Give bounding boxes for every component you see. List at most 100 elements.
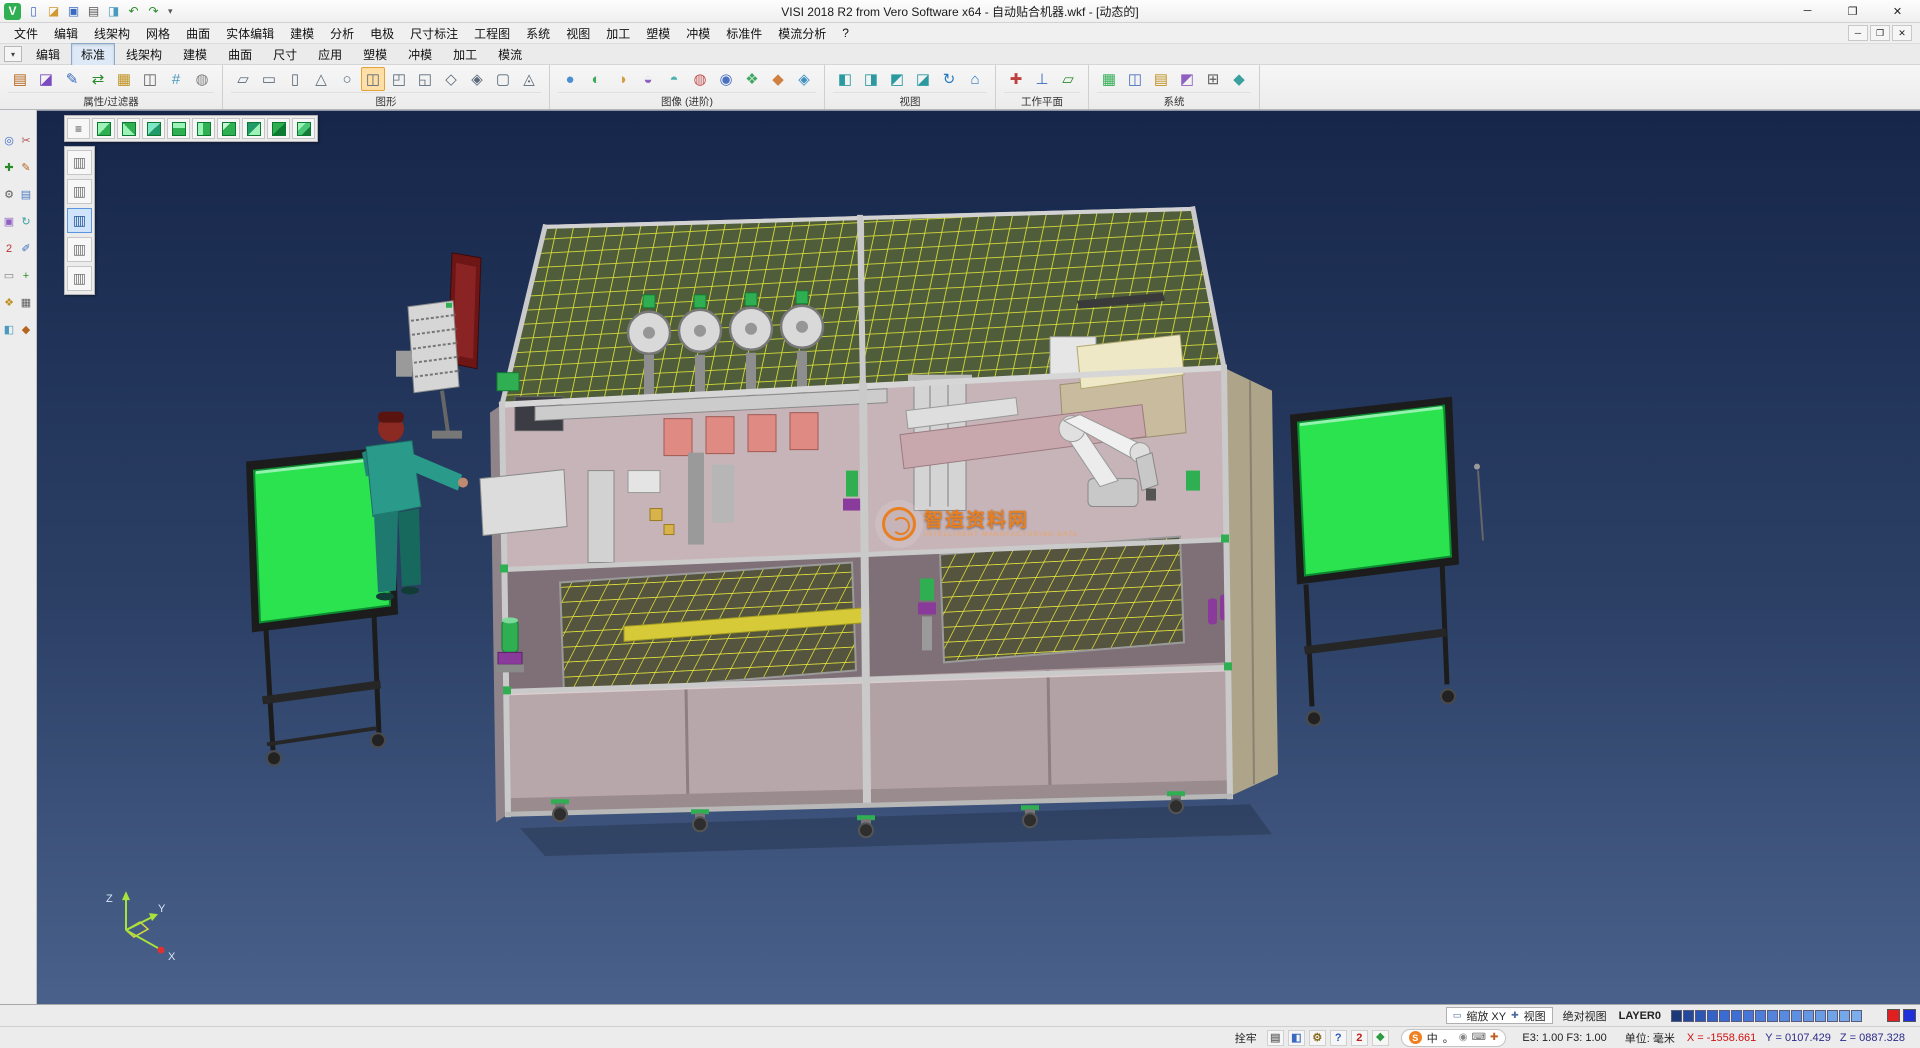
layer-color-segment[interactable] [1779,1010,1790,1022]
ime-tool-icon[interactable]: ⌨ [1472,1032,1486,1043]
status-icon[interactable]: 2 [1351,1030,1368,1046]
ribbon-icon[interactable]: ✎ [60,67,84,91]
ribbon-icon[interactable]: ◩ [885,67,909,91]
ribbon-icon[interactable]: ▦ [112,67,136,91]
menu-item[interactable]: 线架构 [86,23,138,44]
clipboard-button[interactable]: ▥ [67,266,92,291]
layer-color-segment[interactable] [1839,1010,1850,1022]
ribbon-icon[interactable]: ◧ [833,67,857,91]
view-cube-button[interactable] [92,118,115,139]
menu-item[interactable]: 分析 [322,23,362,44]
menu-item[interactable]: 视图 [558,23,598,44]
left-rail-tool-icon[interactable]: ✂ [18,132,34,149]
clipboard-button[interactable]: ▥ [67,237,92,262]
quick-access-icon[interactable]: ▯ [24,2,43,20]
view-cube-button[interactable] [242,118,265,139]
clipboard-button[interactable]: ▥ [67,208,92,233]
ribbon-icon[interactable]: ▱ [231,67,255,91]
layer-color-segment[interactable] [1791,1010,1802,1022]
menu-item[interactable]: 文件 [6,23,46,44]
close-button[interactable]: ✕ [1875,0,1920,23]
ribbon-icon[interactable]: ❖ [740,67,764,91]
ribbon-icon[interactable]: ◱ [413,67,437,91]
toolbar-tab[interactable]: 模流 [488,43,532,66]
toolbar-tab[interactable]: 曲面 [218,43,262,66]
left-rail-tool-icon[interactable]: ▤ [18,186,34,203]
ribbon-icon[interactable]: ⇄ [86,67,110,91]
left-rail-tool-icon[interactable]: ✐ [18,240,34,257]
menu-item[interactable]: 塑模 [638,23,678,44]
toolbar-tab[interactable]: 冲模 [398,43,442,66]
left-rail-tool-icon[interactable]: ✎ [18,159,34,176]
menu-item[interactable]: 曲面 [178,23,218,44]
left-rail-tool-icon[interactable]: ✚ [1,159,17,176]
toolbar-tab[interactable]: 应用 [308,43,352,66]
ribbon-icon[interactable]: ◉ [714,67,738,91]
ribbon-icon[interactable]: ↻ [937,67,961,91]
toolbar-tab[interactable]: 加工 [443,43,487,66]
ribbon-icon[interactable]: ◈ [792,67,816,91]
layer-color-segment[interactable] [1815,1010,1826,1022]
ribbon-icon[interactable]: ◆ [1227,67,1251,91]
ribbon-icon[interactable]: ▭ [257,67,281,91]
ribbon-icon[interactable]: ▤ [1149,67,1173,91]
mdi-restore-button[interactable]: ❐ [1870,25,1890,41]
ribbon-icon[interactable]: ⌂ [963,67,987,91]
zoom-xy-label[interactable]: 缩放 XY [1466,1008,1506,1024]
clipboard-button[interactable]: ▥ [67,150,92,175]
machine-assembly[interactable] [480,209,1278,837]
toolbar-tab[interactable]: 塑模 [353,43,397,66]
menu-item[interactable]: 编辑 [46,23,86,44]
ime-punctuation-toggle[interactable]: 。 [1443,1030,1454,1046]
menu-item[interactable]: 建模 [282,23,322,44]
layer-color-segment[interactable] [1827,1010,1838,1022]
ime-tool-icon[interactable]: ✚ [1490,1032,1498,1043]
ribbon-icon[interactable]: ▢ [491,67,515,91]
menu-item[interactable]: 电极 [362,23,402,44]
quick-access-icon[interactable]: ◪ [44,2,63,20]
left-rail-tool-icon[interactable]: ❖ [1,294,17,311]
menu-item[interactable]: 系统 [518,23,558,44]
active-color-swatch[interactable] [1887,1009,1900,1022]
ribbon-icon[interactable]: ◒ [636,67,660,91]
quick-access-icon[interactable]: ◨ [104,2,123,20]
toolbar-tab[interactable]: 建模 [173,43,217,66]
ribbon-icon[interactable]: ◩ [1175,67,1199,91]
maximize-button[interactable]: ❐ [1830,0,1875,23]
layer-color-segment[interactable] [1695,1010,1706,1022]
ime-language-toggle[interactable]: 中 [1427,1030,1438,1046]
minimize-button[interactable]: ─ [1785,0,1830,23]
layer-color-segment[interactable] [1767,1010,1778,1022]
menu-item[interactable]: 模流分析 [770,23,834,44]
left-rail-tool-icon[interactable]: ◆ [18,321,34,338]
ribbon-icon[interactable]: # [164,67,188,91]
ribbon-icon[interactable]: ⊥ [1030,67,1054,91]
ribbon-icon[interactable]: ● [558,67,582,91]
view-cube-button[interactable] [117,118,140,139]
menu-item[interactable]: ? [834,24,857,42]
ribbon-icon[interactable]: ◪ [34,67,58,91]
ribbon-icon[interactable]: ◇ [439,67,463,91]
ribbon-icon[interactable]: ◫ [361,67,385,91]
layer-color-segment[interactable] [1683,1010,1694,1022]
status-icon[interactable]: ▤ [1267,1030,1284,1046]
layer-color-segment[interactable] [1671,1010,1682,1022]
ribbon-icon[interactable]: ◍ [190,67,214,91]
left-rail-tool-icon[interactable]: ▣ [1,213,17,230]
layer-color-segment[interactable] [1731,1010,1742,1022]
ribbon-icon[interactable]: ◬ [517,67,541,91]
view-cube-button[interactable] [192,118,215,139]
menu-item[interactable]: 标准件 [718,23,770,44]
secondary-color-swatch[interactable] [1903,1009,1916,1022]
ribbon-icon[interactable]: ▱ [1056,67,1080,91]
ribbon-icon[interactable]: ◨ [859,67,883,91]
toolbar-tab[interactable]: 线架构 [116,43,172,66]
ribbon-icon[interactable]: ◰ [387,67,411,91]
ribbon-icon[interactable]: ◍ [688,67,712,91]
menu-item[interactable]: 冲模 [678,23,718,44]
menu-item[interactable]: 尺寸标注 [402,23,466,44]
view-cube-button[interactable] [292,118,315,139]
zoom-xy-icon[interactable]: ▭ [1453,1010,1462,1021]
left-rail-tool-icon[interactable]: ↻ [18,213,34,230]
ribbon-icon[interactable]: ◫ [1123,67,1147,91]
